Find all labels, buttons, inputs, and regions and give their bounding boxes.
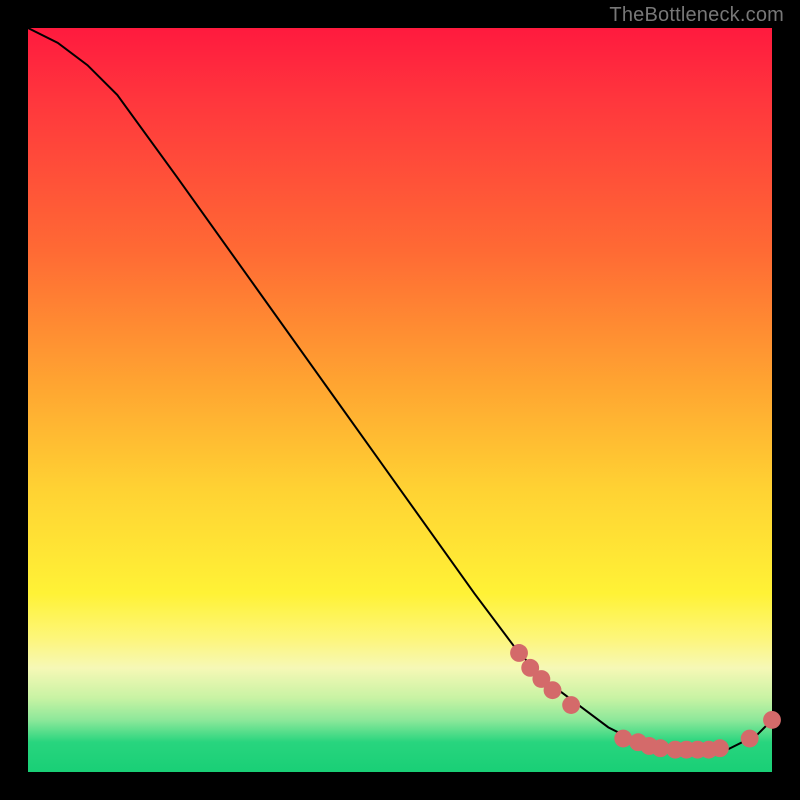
chart-svg (28, 28, 772, 772)
marker-group (510, 644, 781, 759)
data-marker (562, 696, 580, 714)
chart-frame: TheBottleneck.com (0, 0, 800, 800)
data-marker (763, 711, 781, 729)
watermark-text: TheBottleneck.com (609, 4, 784, 27)
data-marker (614, 730, 632, 748)
data-marker (510, 644, 528, 662)
data-marker (544, 681, 562, 699)
plot-area (28, 28, 772, 772)
curve-path (28, 28, 772, 750)
data-marker (741, 730, 759, 748)
data-marker (711, 739, 729, 757)
